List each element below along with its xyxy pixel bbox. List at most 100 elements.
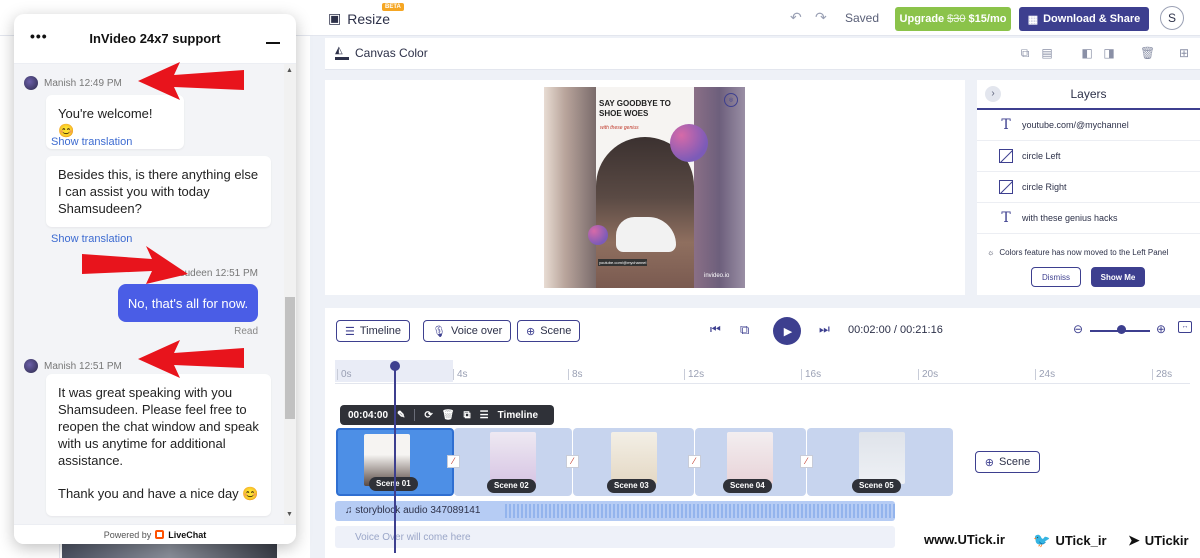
add-scene-button[interactable]: ⊕ Scene — [975, 451, 1040, 473]
resize-title[interactable]: ▣ Resize — [328, 10, 390, 27]
poster-frame[interactable]: SAY GOODBYE TO SHOE WOES with these geni… — [596, 87, 694, 288]
grid-icon[interactable]: ⊞ — [1177, 46, 1191, 60]
download-share-button[interactable]: ▦ Download & Share — [1019, 7, 1149, 31]
timeline-button[interactable]: ☰ Timeline — [336, 320, 411, 342]
plus-circle-icon: ⊕ — [984, 456, 994, 469]
add-scene-button-top[interactable]: ⊕ Scene — [517, 320, 581, 342]
ruler-tick: 0s — [337, 369, 352, 380]
scene-label: Scene 02 — [487, 479, 536, 493]
logo-icon: ◎ — [724, 93, 738, 107]
next-scene-icon[interactable]: ⏭ — [819, 322, 830, 337]
play-button[interactable]: ▶ — [773, 317, 801, 345]
chat-header: ••• InVideo 24x7 support — [14, 14, 296, 64]
resize-label: Resize — [347, 10, 391, 27]
scene-card[interactable]: Scene 03 — [573, 428, 694, 496]
watermark-telegram: ➤ UTickir — [1128, 532, 1189, 549]
trash-icon[interactable]: 🗑 — [1140, 46, 1155, 60]
ruler-tick: 20s — [918, 369, 938, 380]
scrollbar-thumb[interactable] — [285, 297, 295, 419]
zoom-slider-handle[interactable] — [1117, 325, 1126, 334]
zoom-in-icon[interactable]: ⊕ — [1156, 322, 1166, 336]
timeline-button-label: Timeline — [359, 325, 402, 337]
zoom-out-icon[interactable]: ⊖ — [1073, 322, 1083, 336]
annotation-arrow — [82, 246, 188, 284]
scene-card[interactable]: Scene 02 — [454, 428, 572, 496]
redo-icon[interactable]: ↷ — [815, 9, 827, 26]
fit-timeline-icon[interactable]: ↔ — [1178, 321, 1192, 333]
upgrade-new-price: $15/mo — [968, 13, 1007, 25]
resize-icon: ▣ — [328, 10, 342, 26]
upgrade-button[interactable]: Upgrade $30 $15/mo — [895, 7, 1011, 31]
circle-left-shape[interactable] — [588, 225, 608, 245]
voice-over-label: Voice over — [450, 325, 503, 337]
duplicate-icon[interactable]: ⧉ — [1018, 46, 1032, 60]
sliders-icon: ☰ — [479, 409, 489, 421]
collapse-chevron-icon[interactable]: › — [985, 86, 1001, 102]
scene-label: Scene 04 — [723, 479, 772, 493]
paste-icon[interactable]: ▤ — [1040, 46, 1054, 60]
text-icon: T — [1001, 210, 1011, 226]
dismiss-button[interactable]: Dismiss — [1031, 267, 1081, 287]
transition-icon[interactable]: ⁄ — [800, 455, 813, 468]
layer-item[interactable]: T youtube.com/@mychannel — [977, 110, 1200, 141]
layers-header: › Layers — [977, 80, 1200, 110]
scene-card[interactable]: Scene 04 — [695, 428, 806, 496]
preview-loop-icon[interactable]: ⧉ — [740, 322, 749, 338]
upgrade-old-price: $30 — [947, 13, 966, 25]
transition-icon[interactable]: ⁄ — [447, 455, 460, 468]
read-receipt: Read — [234, 326, 258, 337]
audio-name: storyblock audio 347089141 — [355, 505, 481, 516]
chat-scrollbar[interactable]: ▲ ▼ — [284, 64, 296, 524]
previous-scene-icon[interactable]: ⏮ — [710, 322, 721, 337]
timeline-ruler[interactable]: 0s 4s 8s 12s 16s 20s 24s 28s — [335, 360, 1190, 384]
layer-item[interactable]: T with these genius hacks — [977, 203, 1200, 234]
undo-icon[interactable]: ↶ — [790, 9, 802, 26]
swap-icon[interactable]: ⟳ — [424, 410, 432, 421]
scene-toolbar-timeline[interactable]: Timeline — [498, 410, 538, 421]
more-options-icon[interactable]: ••• — [30, 28, 48, 44]
scene-duration[interactable]: 00:04:00 — [348, 410, 388, 421]
layer-label: circle Right — [1022, 182, 1067, 192]
timecode: 00:02:00 / 00:21:16 — [848, 324, 943, 336]
show-me-button[interactable]: Show Me — [1091, 267, 1145, 287]
telegram-icon: ➤ — [1128, 532, 1140, 548]
user-avatar[interactable]: S — [1160, 6, 1184, 30]
delete-icon[interactable]: 🗑 — [442, 410, 455, 421]
voice-over-button[interactable]: 🎙 Voice over — [423, 320, 512, 342]
ruler-tick: 16s — [801, 369, 821, 380]
transition-icon[interactable]: ⁄ — [566, 455, 579, 468]
minimize-icon[interactable] — [266, 30, 280, 44]
edit-pencil-icon[interactable]: ✎ — [397, 410, 405, 421]
agent-message-meta: Manish 12:49 PM — [24, 76, 122, 90]
watermark-twitter-text: UTick_ir — [1055, 533, 1107, 548]
send-backward-icon[interactable]: ◧ — [1080, 46, 1094, 60]
bring-forward-icon[interactable]: ◨ — [1102, 46, 1116, 60]
saved-status: Saved — [845, 11, 880, 25]
poster-headline[interactable]: SAY GOODBYE TO SHOE WOES — [599, 99, 679, 119]
scene-card[interactable]: Scene 05 — [807, 428, 953, 496]
add-scene-label: Scene — [999, 456, 1031, 468]
powered-by-footer[interactable]: Powered by LiveChat — [14, 524, 296, 544]
scroll-down-icon[interactable]: ▼ — [286, 511, 293, 518]
agent-message: It was great speaking with you Shamsudee… — [46, 374, 271, 516]
divider — [414, 409, 416, 421]
blurred-background-left — [544, 87, 596, 288]
circle-right-shape[interactable] — [670, 124, 708, 162]
copy-icon[interactable]: ⧉ — [464, 410, 471, 421]
poster-handle[interactable]: youtube.com/@mychannel — [598, 259, 648, 266]
voice-over-track[interactable]: Voice Over will come here — [335, 526, 895, 548]
poster-subline[interactable]: with these genius — [600, 125, 639, 131]
time-separator: / — [893, 324, 897, 336]
playhead-line[interactable] — [394, 368, 396, 553]
scroll-up-icon[interactable]: ▲ — [286, 67, 293, 74]
video-canvas[interactable]: SAY GOODBYE TO SHOE WOES with these geni… — [544, 87, 745, 288]
layer-item[interactable]: circle Right — [977, 172, 1200, 203]
layer-item[interactable]: circle Left — [977, 141, 1200, 172]
audio-track[interactable]: ♫ storyblock audio 347089141 — [335, 501, 895, 521]
transition-icon[interactable]: ⁄ — [688, 455, 701, 468]
canvas-color-button[interactable]: ◭ Canvas Color — [335, 46, 428, 60]
chat-messages[interactable]: Manish 12:49 PM You're welcome! 😊 Show t… — [14, 64, 284, 524]
show-translation-link[interactable]: Show translation — [51, 136, 132, 148]
scene-thumbnail — [859, 432, 905, 484]
agent-message-text: Thank you and have a nice day 😊 — [58, 486, 259, 501]
